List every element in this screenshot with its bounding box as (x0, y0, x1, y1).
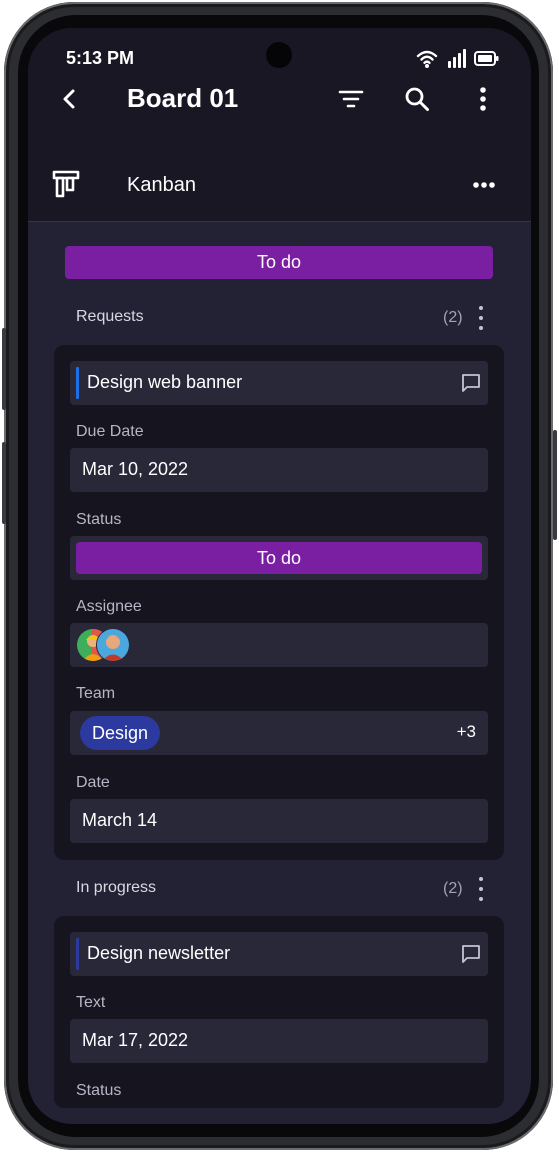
card-title: Design newsletter (87, 943, 231, 963)
search-button[interactable] (402, 84, 432, 114)
card-accent-bar (76, 938, 79, 970)
comment-icon[interactable] (460, 372, 482, 394)
team-chip[interactable]: Design (80, 716, 161, 750)
app-screen: 5:13 PM Board 01 Kanban To do Requests (… (28, 28, 531, 1124)
dot (479, 897, 483, 901)
dot (479, 326, 483, 330)
status-label: Status (76, 511, 122, 528)
due-date-value: Mar 10, 2022 (82, 459, 189, 479)
status-label: Status (76, 1082, 122, 1099)
card-title: Design web banner (87, 372, 243, 392)
status-time: 5:13 PM (66, 48, 135, 68)
back-button[interactable] (54, 84, 84, 114)
header-divider (28, 221, 531, 222)
more-vert-icon (480, 87, 486, 111)
status-field[interactable]: To do (70, 536, 488, 580)
text-field[interactable]: Mar 17, 2022 (70, 1019, 488, 1063)
avatar (96, 628, 130, 662)
group-title-requests: Requests (76, 308, 144, 325)
kanban-icon (50, 168, 82, 200)
chevron-left-icon (63, 89, 75, 109)
team-label: Team (76, 685, 116, 702)
view-label: Kanban (127, 174, 196, 196)
group-count-in-progress: (2) (443, 880, 463, 897)
status-badge: To do (76, 542, 482, 574)
date-value: March 14 (82, 810, 158, 830)
column-header[interactable]: To do (65, 246, 493, 279)
view-options-button[interactable] (468, 170, 500, 200)
wifi-icon (416, 50, 438, 64)
volume-up-button (2, 328, 6, 410)
group-options-requests-button[interactable] (474, 306, 488, 330)
more-options-button[interactable] (468, 84, 498, 114)
dot (479, 306, 483, 310)
due-date-label: Due Date (76, 423, 144, 440)
assignee-field[interactable] (70, 623, 488, 667)
filter-icon (338, 90, 364, 108)
group-title-in-progress: In progress (76, 879, 157, 896)
due-date-field[interactable]: Mar 10, 2022 (70, 448, 488, 492)
card-title-field[interactable]: Design newsletter (70, 932, 488, 976)
status-icons (416, 48, 500, 70)
date-field[interactable]: March 14 (70, 799, 488, 843)
dot (479, 877, 483, 881)
wifi-dot (425, 64, 429, 68)
more-horiz-icon (473, 182, 495, 188)
group-count-requests: (2) (443, 309, 463, 326)
page-title: Board 01 (127, 83, 239, 113)
comment-icon[interactable] (460, 943, 482, 965)
text-value: Mar 17, 2022 (82, 1030, 189, 1050)
dot (479, 316, 483, 320)
signal-icon (448, 49, 466, 68)
card-title-field[interactable]: Design web banner (70, 361, 488, 405)
filter-button[interactable] (336, 84, 366, 114)
search-icon (405, 87, 429, 111)
text-label: Text (76, 994, 106, 1011)
date-label: Date (76, 774, 110, 791)
team-more-count[interactable]: +3 (457, 722, 476, 742)
task-card[interactable]: Design web banner Due Date Mar 10, 2022 … (54, 345, 504, 860)
power-button (553, 430, 557, 540)
card-accent-bar (76, 367, 79, 399)
group-options-in-progress-button[interactable] (474, 877, 488, 901)
volume-down-button (2, 442, 6, 524)
battery-icon (474, 51, 499, 66)
dot (479, 887, 483, 891)
task-card[interactable]: Design newsletter Text Mar 17, 2022 Stat… (54, 916, 504, 1108)
camera-hole (266, 42, 292, 68)
team-field[interactable]: Design +3 (70, 711, 488, 755)
assignee-label: Assignee (76, 598, 142, 615)
